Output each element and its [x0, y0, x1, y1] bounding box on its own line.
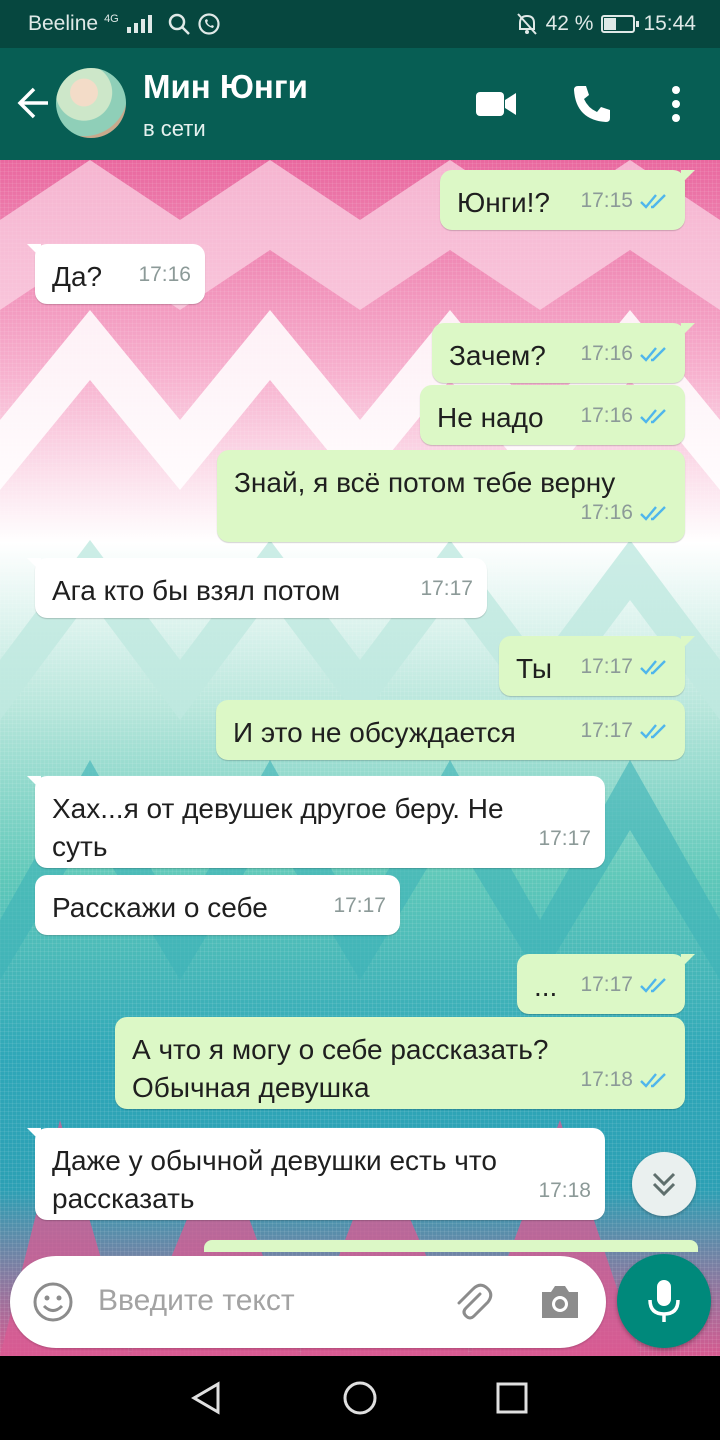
- message-time: 17:17: [580, 973, 633, 996]
- bubble-tail: [681, 323, 695, 337]
- carrier-label: Beeline: [28, 12, 99, 35]
- system-nav-bar: [0, 1356, 720, 1440]
- incoming-message[interactable]: Да? 17:16: [27, 244, 205, 304]
- bubble-tail: [27, 244, 41, 258]
- contact-name[interactable]: Мин Юнги: [143, 68, 308, 106]
- signal-icon: [125, 13, 161, 35]
- message-meta: 17:17: [580, 648, 671, 686]
- more-menu-icon[interactable]: [652, 80, 700, 128]
- message-time: 17:17: [580, 719, 633, 742]
- message-meta: 17:17: [420, 570, 473, 608]
- read-receipt-icon: [640, 978, 666, 993]
- read-receipt-icon: [640, 409, 666, 424]
- outgoing-message[interactable]: Знай, я всё потом тебе верну 17:16: [217, 450, 685, 542]
- bubble-tail: [27, 1128, 41, 1142]
- whatsapp-icon: [198, 13, 220, 35]
- battery-icon: [601, 15, 640, 33]
- nav-back-icon[interactable]: [188, 1380, 224, 1416]
- input-placeholder: Введите текст: [98, 1284, 295, 1317]
- message-meta: 17:17: [333, 887, 386, 925]
- message-meta: 17:16: [580, 397, 671, 435]
- attach-icon[interactable]: [450, 1280, 494, 1324]
- message-meta: 17:15: [580, 182, 671, 220]
- read-receipt-icon: [640, 724, 666, 739]
- incoming-message[interactable]: Даже у обычной девушки есть что рассказа…: [27, 1128, 605, 1220]
- incoming-message[interactable]: Расскажи о себе 17:17: [35, 875, 400, 935]
- nav-home-icon[interactable]: [342, 1380, 378, 1416]
- message-time: 17:15: [580, 189, 633, 212]
- message-time: 17:16: [138, 263, 191, 286]
- phone-icon[interactable]: [568, 80, 616, 128]
- contact-status: в сети: [143, 116, 206, 141]
- outgoing-message[interactable]: Ты 17:17: [499, 636, 695, 696]
- message-time: 17:17: [580, 655, 633, 678]
- read-receipt-icon: [640, 194, 666, 209]
- message-meta: 17:17: [538, 820, 591, 858]
- outgoing-message[interactable]: ... 17:17: [517, 954, 695, 1014]
- incoming-message[interactable]: Хах...я от девушек другое беру. Не суть 1…: [27, 776, 605, 868]
- message-meta: 17:16: [580, 494, 671, 532]
- back-arrow-icon[interactable]: [12, 78, 56, 128]
- double-chevron-down-icon: [652, 1172, 676, 1197]
- battery-percent: 42 %: [545, 12, 594, 35]
- bubble-tail: [27, 776, 41, 790]
- nav-recents-icon[interactable]: [494, 1380, 530, 1416]
- message-meta: 17:18: [580, 1061, 671, 1099]
- emoji-icon[interactable]: [32, 1281, 74, 1323]
- clock: 15:44: [643, 12, 696, 35]
- message-time: 17:17: [333, 894, 386, 917]
- message-meta: 17:17: [580, 966, 671, 1004]
- bubble-tail: [681, 954, 695, 968]
- video-call-icon[interactable]: [472, 80, 520, 128]
- bubble-tail: [681, 170, 695, 184]
- search-icon: [168, 13, 190, 35]
- outgoing-message[interactable]: И это не обсуждается 17:17: [216, 700, 685, 760]
- outgoing-message[interactable]: Не надо 17:16: [420, 385, 685, 445]
- outgoing-message[interactable]: Юнги!? 17:15: [440, 170, 695, 230]
- composer: Введите текст: [0, 1248, 720, 1356]
- message-time: 17:17: [420, 577, 473, 600]
- message-meta: 17:18: [538, 1172, 591, 1210]
- message-time: 17:18: [580, 1068, 633, 1091]
- message-text: Ага кто бы взял потом: [52, 575, 341, 606]
- avatar[interactable]: [56, 68, 126, 138]
- camera-icon[interactable]: [538, 1282, 582, 1322]
- message-meta: 17:17: [580, 712, 671, 750]
- voice-record-button[interactable]: [617, 1254, 711, 1348]
- message-input[interactable]: Введите текст: [10, 1256, 606, 1348]
- status-bar: Beeline 4G 42 % 15:44: [0, 0, 720, 48]
- chat-area[interactable]: Юнги!? 17:15 Да? 17:16 Зачем? 17:16 Не надо 17:…: [0, 160, 720, 1356]
- network-type: 4G: [104, 13, 119, 25]
- incoming-message[interactable]: Ага кто бы взял потом 17:17: [27, 558, 487, 618]
- message-time: 17:16: [580, 342, 633, 365]
- read-receipt-icon: [640, 660, 666, 675]
- read-receipt-icon: [640, 347, 666, 362]
- message-meta: 17:16: [138, 256, 191, 294]
- message-time: 17:18: [538, 1179, 591, 1202]
- bell-muted-icon: [516, 13, 537, 35]
- read-receipt-icon: [640, 506, 666, 521]
- message-text: Хах...я от девушек другое беру. Не суть: [52, 793, 504, 862]
- bubble-tail: [27, 558, 41, 572]
- outgoing-message[interactable]: А что я могу о себе рассказать? Обычная …: [115, 1017, 685, 1109]
- message-time: 17:16: [580, 404, 633, 427]
- message-time: 17:16: [580, 501, 633, 524]
- bubble-tail: [681, 636, 695, 650]
- message-time: 17:17: [538, 827, 591, 850]
- scroll-to-bottom-button[interactable]: [632, 1152, 696, 1216]
- microphone-icon: [648, 1280, 680, 1322]
- message-meta: 17:16: [580, 335, 671, 373]
- chat-header: Мин Юнги в сети: [0, 48, 720, 160]
- message-text: Даже у обычной девушки есть что рассказа…: [52, 1145, 497, 1214]
- outgoing-message[interactable]: Зачем? 17:16: [432, 323, 695, 383]
- read-receipt-icon: [640, 1073, 666, 1088]
